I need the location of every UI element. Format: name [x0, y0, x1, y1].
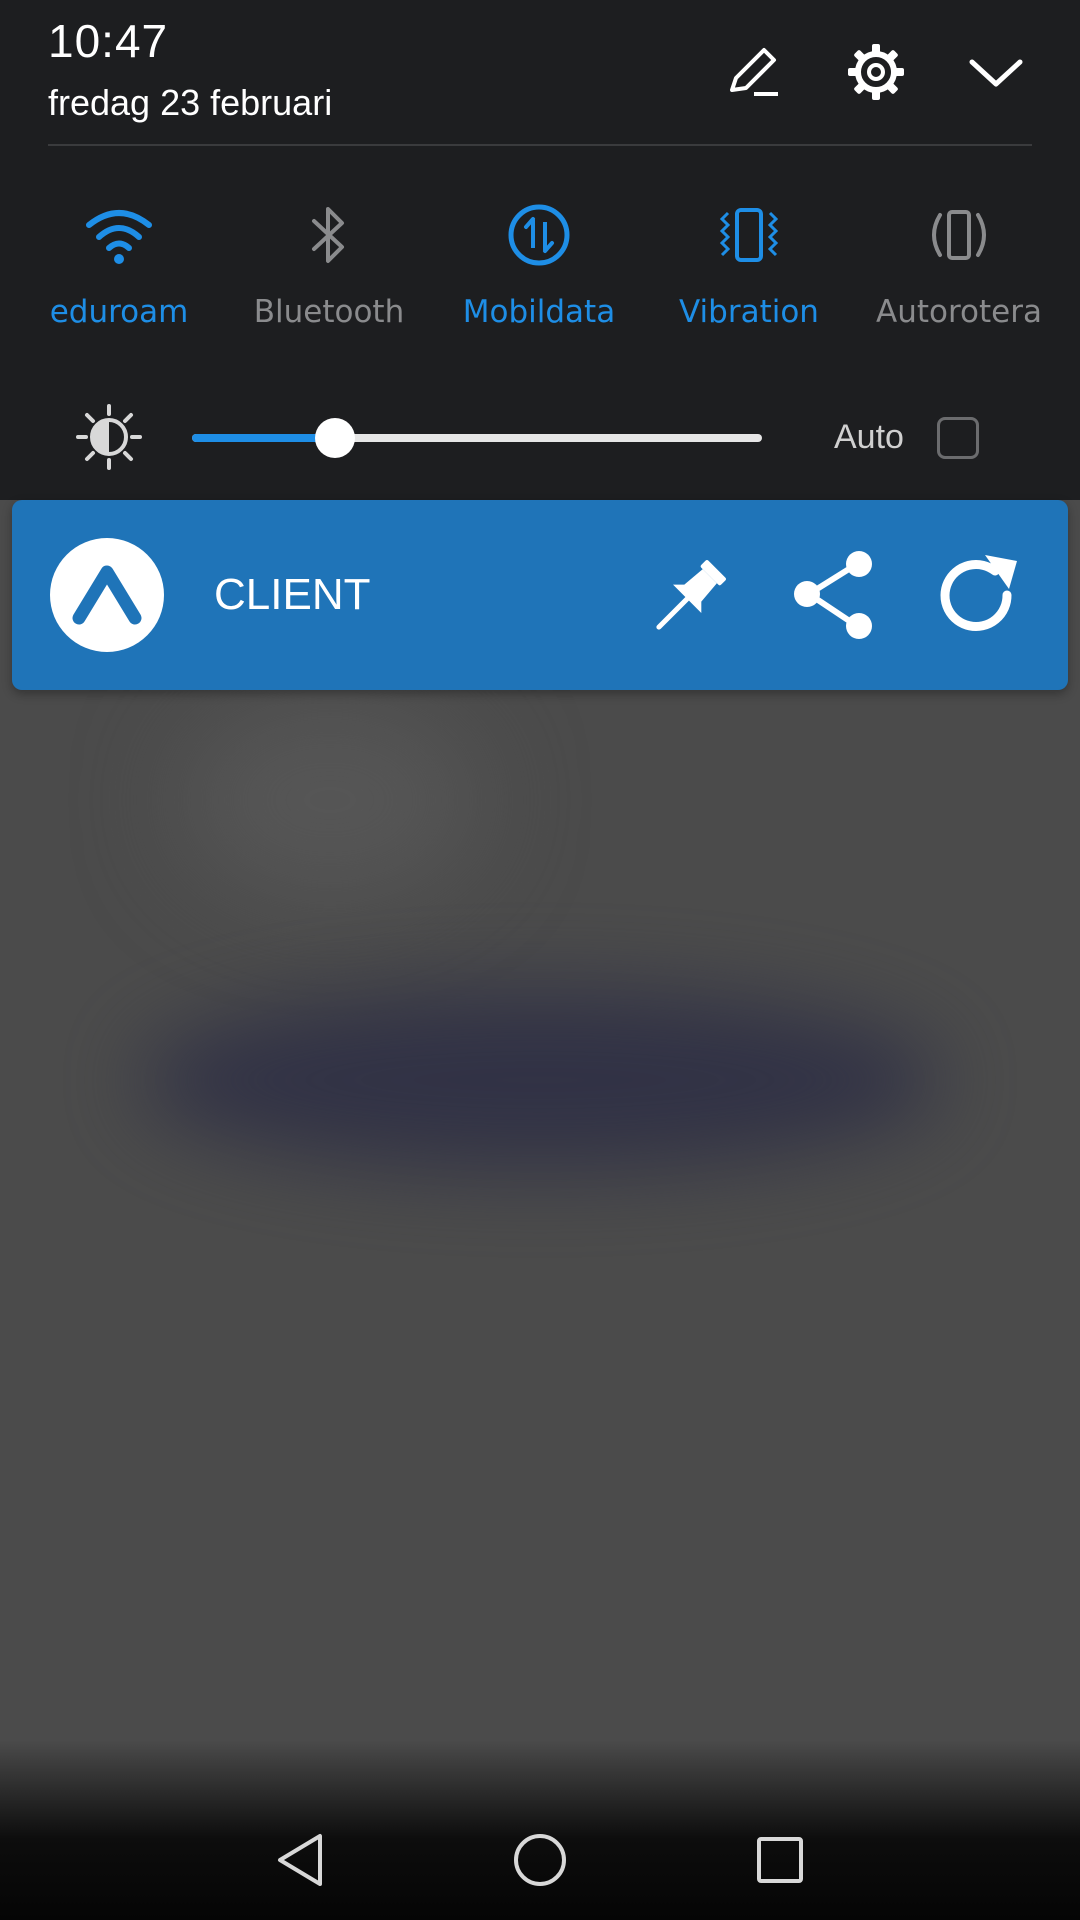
auto-brightness-checkbox[interactable]	[937, 417, 979, 459]
tile-mobile-data[interactable]: Mobildata	[439, 200, 639, 340]
tile-bluetooth[interactable]: Bluetooth	[229, 200, 429, 340]
brightness-slider[interactable]	[192, 418, 762, 458]
mobile-data-icon	[501, 200, 577, 270]
background-blurred-content	[140, 990, 940, 1170]
date[interactable]: fredag 23 februari	[48, 82, 332, 124]
tile-label: eduroam	[49, 294, 189, 330]
screen: 10:47 fredag 23 februari eduroam Bluetoo…	[0, 0, 1080, 1920]
home-icon[interactable]	[502, 1822, 578, 1898]
tile-wifi[interactable]: eduroam	[19, 200, 219, 340]
auto-brightness-label: Auto	[834, 418, 904, 456]
refresh-icon[interactable]	[930, 546, 1030, 646]
slider-thumb[interactable]	[315, 418, 355, 458]
client-notification[interactable]: CLIENT	[12, 500, 1068, 690]
wifi-icon	[81, 200, 157, 270]
header-divider	[48, 144, 1032, 146]
vibration-icon	[711, 200, 787, 270]
gear-icon[interactable]	[844, 40, 908, 104]
edit-icon[interactable]	[722, 40, 786, 104]
background-blur-highlight	[180, 700, 480, 900]
app-logo-icon	[50, 538, 164, 652]
tile-label: Mobildata	[462, 294, 616, 330]
notification-title: CLIENT	[214, 570, 371, 619]
recents-icon[interactable]	[742, 1822, 818, 1898]
slider-fill	[192, 434, 335, 442]
brightness-icon	[74, 402, 144, 472]
tile-label: Autorotera	[876, 294, 1042, 330]
back-icon[interactable]	[262, 1822, 338, 1898]
share-icon[interactable]	[786, 546, 886, 646]
tile-auto-rotate[interactable]: Autorotera	[859, 200, 1059, 340]
tile-label: Bluetooth	[253, 294, 405, 330]
tile-label: Vibration	[679, 294, 819, 330]
pin-icon[interactable]	[640, 546, 740, 646]
chevron-down-icon[interactable]	[964, 40, 1028, 104]
bluetooth-icon	[291, 200, 367, 270]
tile-vibration[interactable]: Vibration	[649, 200, 849, 340]
clock: 10:47	[48, 15, 169, 67]
auto-rotate-icon	[921, 200, 997, 270]
notification-shade: 10:47 fredag 23 februari eduroam Bluetoo…	[0, 0, 1080, 500]
